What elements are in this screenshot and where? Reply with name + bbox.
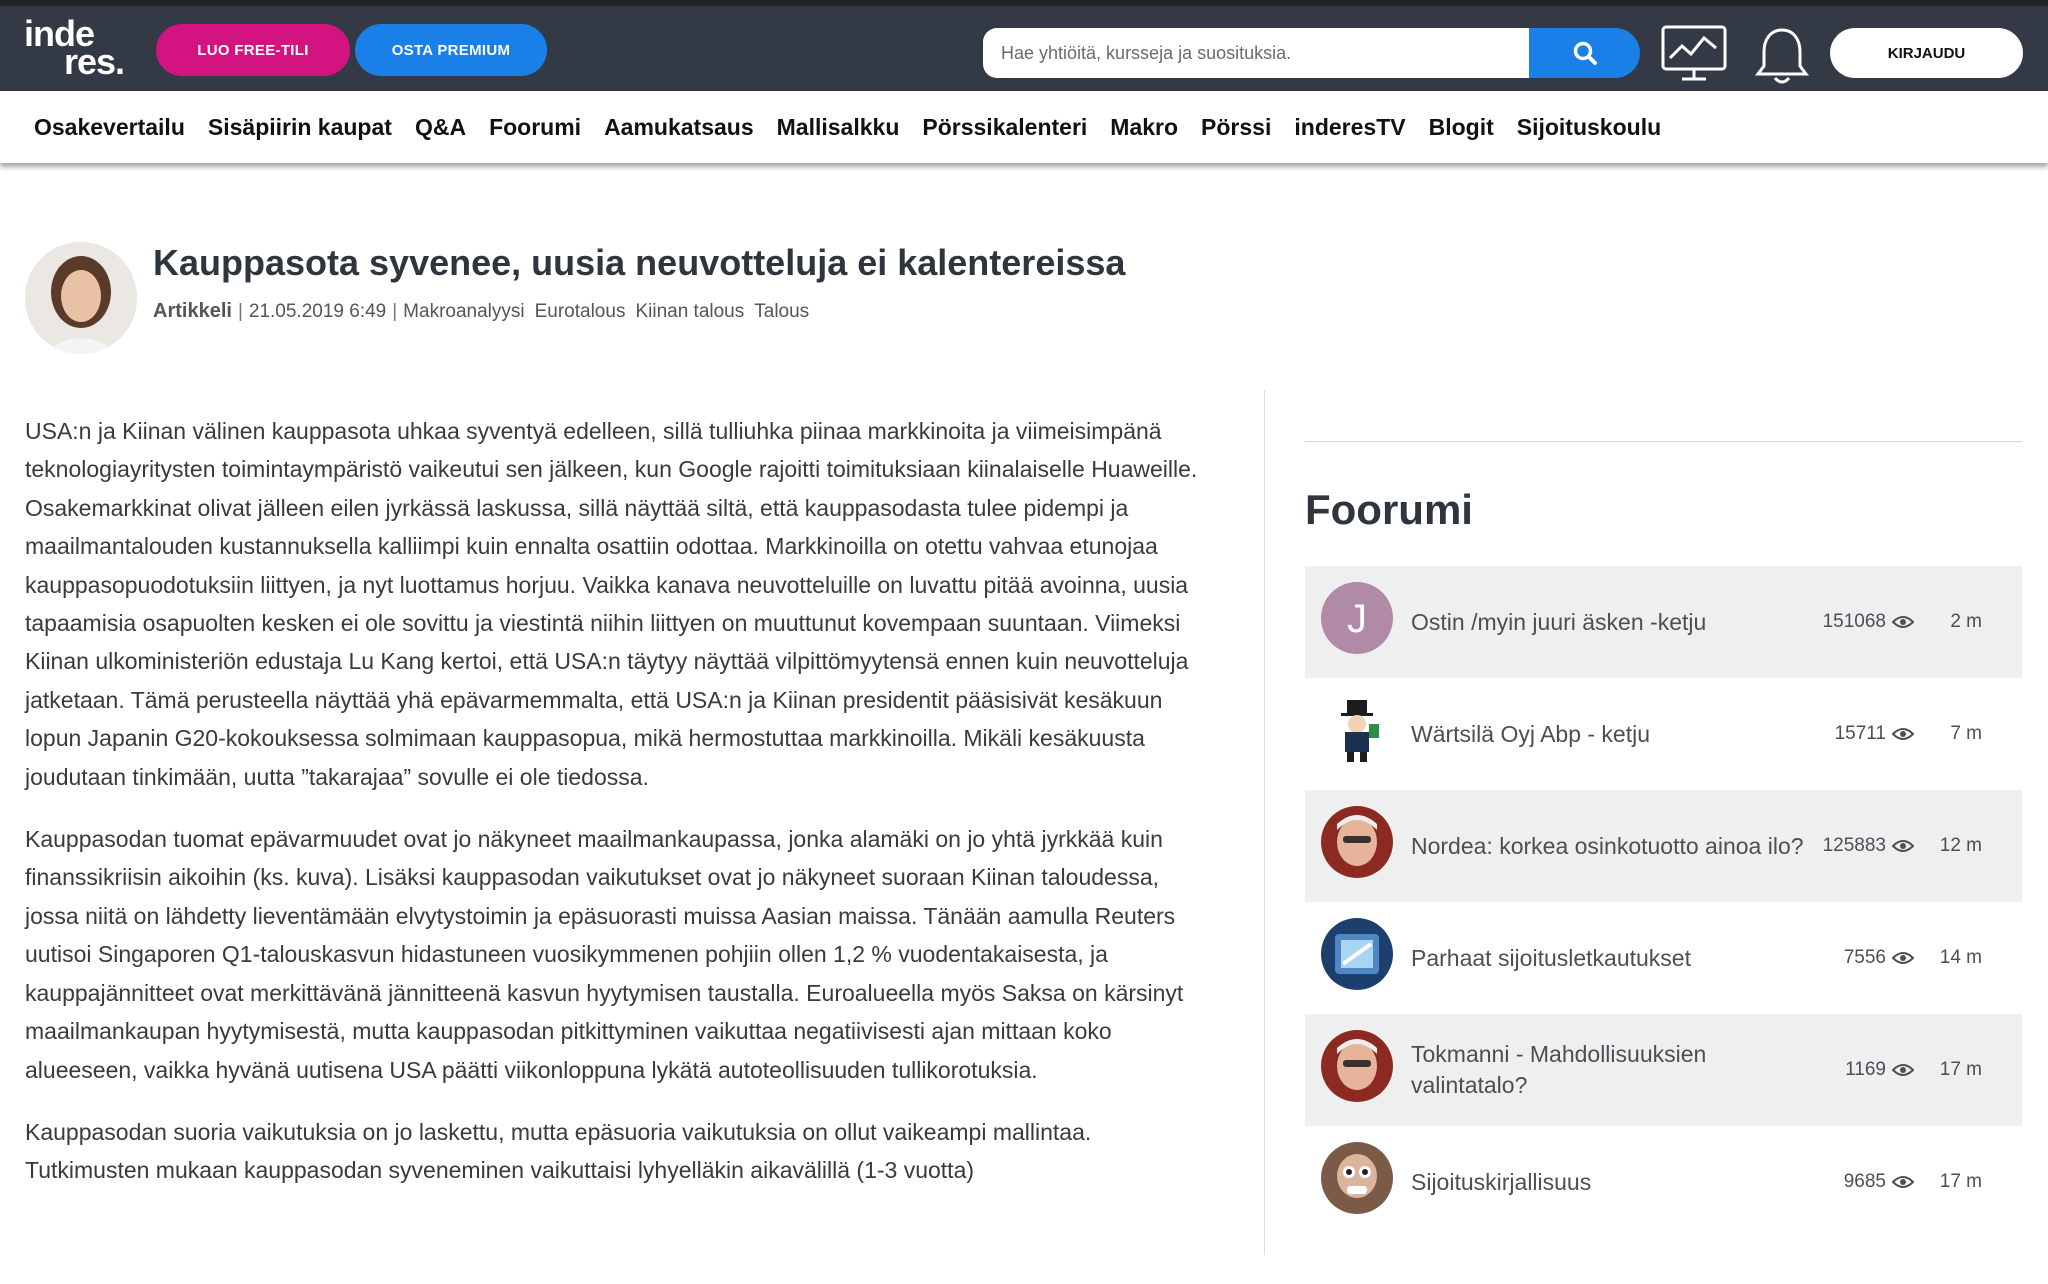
thread-views: 1169 bbox=[1845, 1014, 1914, 1126]
inderes-logo[interactable]: inde res. bbox=[24, 16, 125, 80]
article-date: 21.05.2019 6:49 bbox=[248, 300, 387, 322]
search-icon bbox=[1573, 41, 1597, 65]
user-avatar: J bbox=[1321, 582, 1393, 654]
thread-title[interactable]: Tokmanni - Mahdollisuuksien valintatalo? bbox=[1411, 1014, 1811, 1126]
forum-thread[interactable]: Parhaat sijoitusletkautukset 7556 14 m bbox=[1305, 902, 2022, 1014]
forum-thread[interactable]: Tokmanni - Mahdollisuuksien valintatalo?… bbox=[1305, 1014, 2022, 1126]
user-avatar bbox=[1321, 694, 1393, 766]
article-paragraph: Kauppasodan suoria vaikutuksia on jo las… bbox=[25, 1118, 1092, 1184]
thread-time: 17 m bbox=[1939, 1059, 1982, 1080]
login-button[interactable]: KIRJAUDU bbox=[1830, 28, 2023, 78]
nav-item-sijoituskoulu[interactable]: Sijoituskoulu bbox=[1517, 114, 1661, 141]
article-paragraph: Kauppasodan tuomat epävarmuudet ovat jo … bbox=[25, 826, 1184, 1083]
thread-title[interactable]: Sijoituskirjallisuus bbox=[1411, 1126, 1811, 1238]
thread-time: 7 m bbox=[1950, 723, 1982, 744]
thread-time: 14 m bbox=[1939, 947, 1982, 968]
article-tag[interactable]: Talous bbox=[754, 301, 809, 323]
nav-item-osakevertailu[interactable]: Osakevertailu bbox=[34, 114, 185, 141]
nav-item-makro[interactable]: Makro bbox=[1110, 114, 1178, 141]
thread-time: 12 m bbox=[1939, 835, 1982, 856]
nav-item-aamukatsaus[interactable]: Aamukatsaus bbox=[604, 114, 754, 141]
search-input[interactable] bbox=[1001, 42, 1529, 64]
user-avatar bbox=[1321, 1142, 1393, 1214]
top-bar: inde res. LUO FREE-TILI OSTA PREMIUM KIR… bbox=[0, 0, 2048, 91]
svg-text:J: J bbox=[1347, 597, 1367, 641]
column-divider bbox=[1264, 390, 1265, 1255]
thread-views: 9685 bbox=[1844, 1126, 1914, 1238]
article-paragraph: USA:n ja Kiinan välinen kauppasota uhkaa… bbox=[25, 418, 1198, 790]
author-avatar[interactable] bbox=[25, 242, 137, 354]
main-nav: Osakevertailu Sisäpiirin kaupat Q&A Foor… bbox=[0, 91, 2048, 163]
thread-time: 2 m bbox=[1950, 611, 1982, 632]
nav-item-porssi[interactable]: Pörssi bbox=[1201, 114, 1271, 141]
forum-thread[interactable]: J Ostin /myin juuri äsken -ketju 151068 … bbox=[1305, 566, 2022, 678]
user-avatar bbox=[1321, 918, 1393, 990]
eye-icon bbox=[1892, 1176, 1914, 1188]
nav-item-qa[interactable]: Q&A bbox=[415, 114, 466, 141]
thread-views: 151068 bbox=[1823, 566, 1914, 678]
article-meta: Artikkeli | 21.05.2019 6:49 | Makroanaly… bbox=[153, 300, 819, 323]
meta-separator: | bbox=[392, 300, 398, 322]
thread-title[interactable]: Ostin /myin juuri äsken -ketju bbox=[1411, 566, 1811, 678]
eye-icon bbox=[1892, 952, 1914, 964]
article-title: Kauppasota syvenee, uusia neuvotteluja e… bbox=[153, 242, 1126, 283]
thread-title[interactable]: Parhaat sijoitusletkautukset bbox=[1411, 902, 1811, 1014]
nav-item-porssikalenteri[interactable]: Pörssikalenteri bbox=[922, 114, 1087, 141]
buy-premium-button[interactable]: OSTA PREMIUM bbox=[355, 24, 547, 76]
eye-icon bbox=[1892, 1064, 1914, 1076]
thread-time: 17 m bbox=[1939, 1171, 1982, 1192]
thread-views: 125883 bbox=[1823, 790, 1914, 902]
nav-item-sisapiirin-kaupat[interactable]: Sisäpiirin kaupat bbox=[208, 114, 392, 141]
article-tag[interactable]: Kiinan talous bbox=[635, 301, 744, 323]
nav-item-blogit[interactable]: Blogit bbox=[1429, 114, 1494, 141]
create-free-account-button[interactable]: LUO FREE-TILI bbox=[156, 24, 350, 76]
notification-bell-icon[interactable] bbox=[1750, 24, 1814, 88]
article-type[interactable]: Artikkeli bbox=[153, 300, 232, 323]
eye-icon bbox=[1892, 616, 1914, 628]
thread-views: 7556 bbox=[1844, 902, 1914, 1014]
search-box bbox=[983, 28, 1529, 78]
forum-divider bbox=[1305, 441, 2022, 442]
forum-thread[interactable]: Sijoituskirjallisuus 9685 17 m bbox=[1305, 1126, 2022, 1238]
eye-icon bbox=[1892, 840, 1914, 852]
eye-icon bbox=[1892, 728, 1914, 740]
thread-title[interactable]: Nordea: korkea osinkotuotto ainoa ilo? bbox=[1411, 790, 1811, 902]
search-button[interactable] bbox=[1529, 28, 1640, 78]
user-avatar bbox=[1321, 806, 1393, 878]
forum-thread[interactable]: Nordea: korkea osinkotuotto ainoa ilo? 1… bbox=[1305, 790, 2022, 902]
nav-item-inderestv[interactable]: inderesTV bbox=[1294, 114, 1405, 141]
meta-separator: | bbox=[237, 300, 243, 322]
article-tag[interactable]: Eurotalous bbox=[535, 301, 626, 323]
article-body: USA:n ja Kiinan välinen kauppasota uhkaa… bbox=[25, 412, 1215, 1214]
forum-title: Foorumi bbox=[1305, 486, 1473, 533]
thread-views: 15711 bbox=[1835, 678, 1914, 790]
forum-thread-list: J Ostin /myin juuri äsken -ketju 151068 … bbox=[1305, 566, 2022, 1238]
nav-item-foorumi[interactable]: Foorumi bbox=[489, 114, 581, 141]
forum-thread[interactable]: Wärtsilä Oyj Abp - ketju 15711 7 m bbox=[1305, 678, 2022, 790]
thread-title[interactable]: Wärtsilä Oyj Abp - ketju bbox=[1411, 678, 1811, 790]
stock-chart-icon[interactable] bbox=[1660, 24, 1728, 82]
nav-item-mallisalkku[interactable]: Mallisalkku bbox=[777, 114, 900, 141]
article-tag[interactable]: Makroanalyysi bbox=[403, 301, 524, 323]
user-avatar bbox=[1321, 1030, 1393, 1102]
